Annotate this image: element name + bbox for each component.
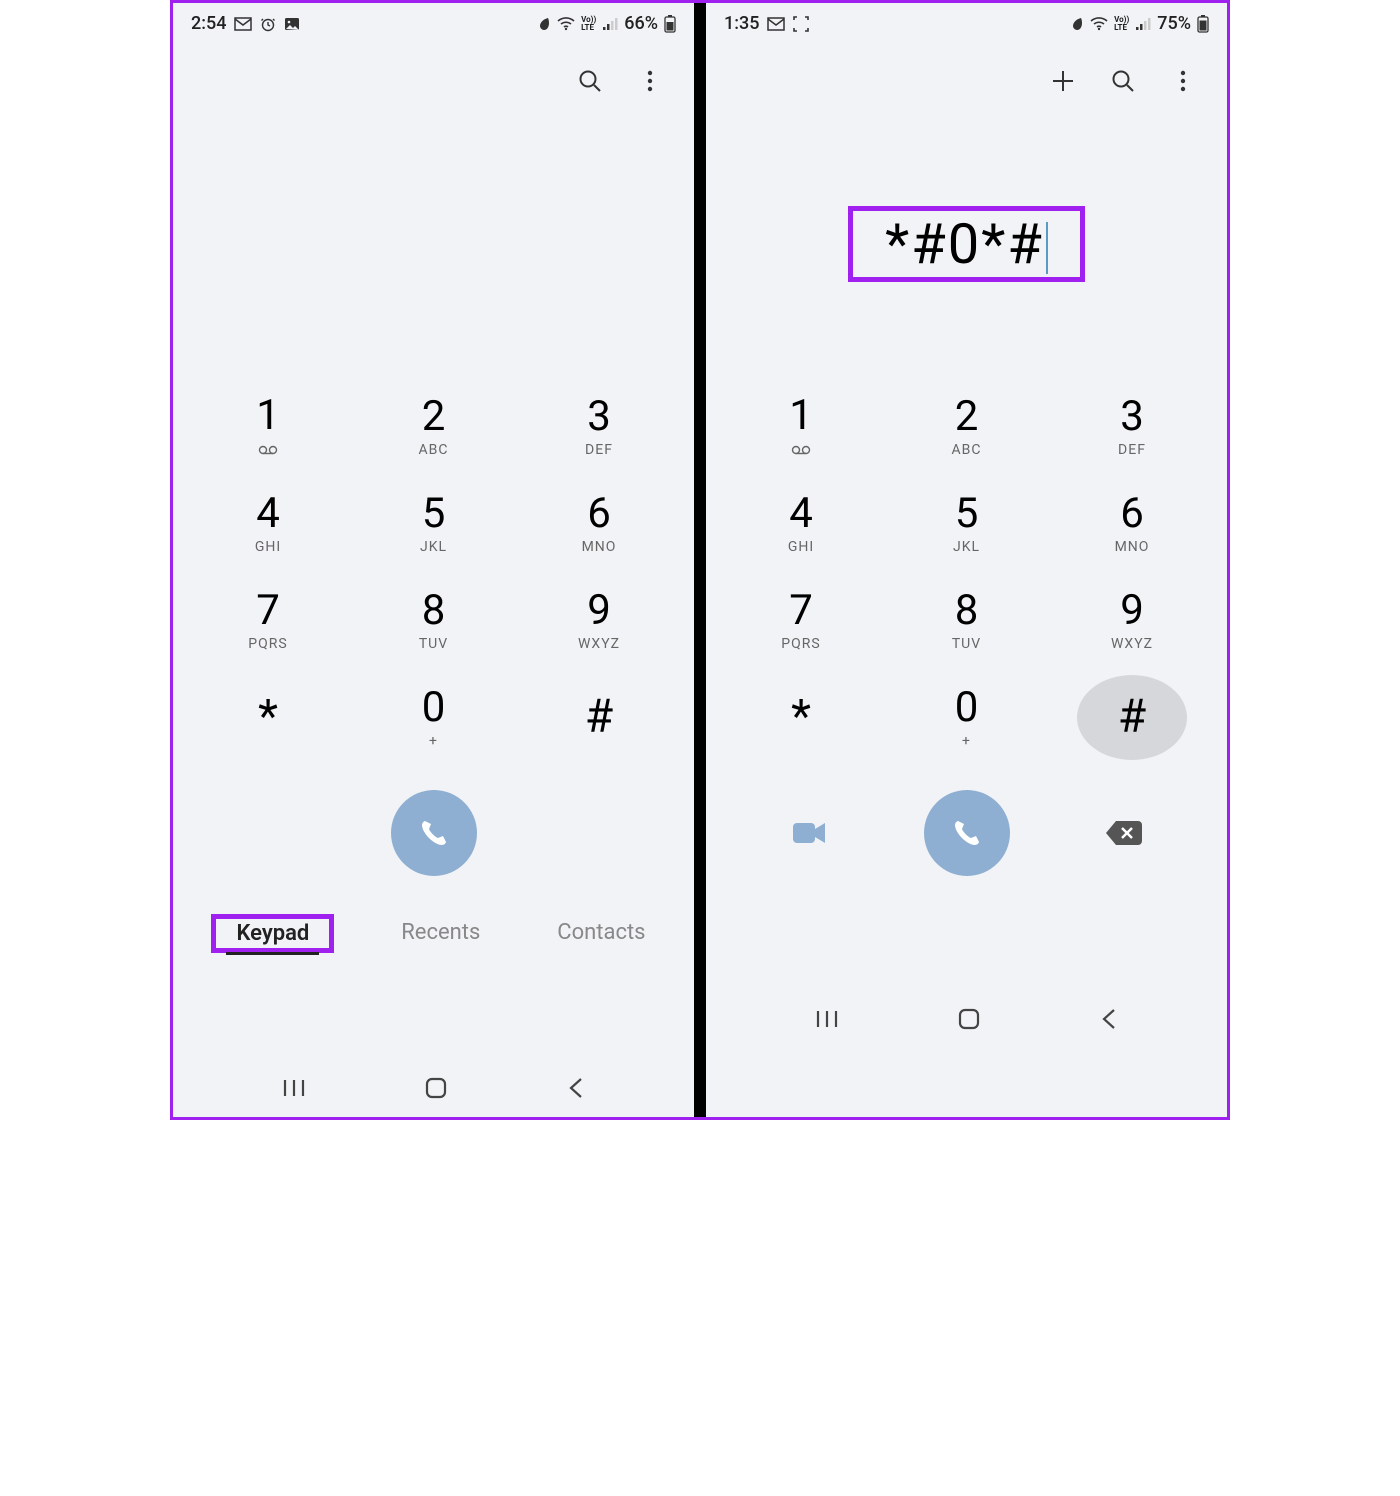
status-bar: 1:35 Vo))LTE 75%: [706, 3, 1227, 44]
search-button[interactable]: [574, 65, 606, 97]
keypad-key-2[interactable]: 2ABC: [379, 384, 489, 469]
gmail-icon: [234, 17, 252, 31]
tab-recents[interactable]: Recents: [391, 914, 490, 953]
keypad-key-5[interactable]: 5JKL: [379, 481, 489, 566]
divider: [694, 3, 706, 1117]
volte-icon: Vo))LTE: [581, 16, 596, 30]
alarm-icon: [260, 16, 276, 32]
keypad-key-*[interactable]: *: [746, 675, 856, 760]
clock: 1:35: [724, 13, 759, 34]
more-button[interactable]: [634, 65, 666, 97]
phone-right: 1:35 Vo))LTE 75% *#0*# 12ABC3DEF4G: [706, 3, 1227, 1117]
keypad-key-*[interactable]: *: [213, 675, 323, 760]
leaf-icon: [1070, 16, 1084, 32]
search-button[interactable]: [1107, 65, 1139, 97]
keypad-key-4[interactable]: 4GHI: [213, 481, 323, 566]
dial-display: *#0*#: [706, 104, 1227, 384]
keypad-key-7[interactable]: 7PQRS: [213, 578, 323, 663]
volte-icon: Vo))LTE: [1114, 16, 1129, 30]
backspace-button[interactable]: [1100, 809, 1148, 857]
signal-icon: [602, 17, 618, 31]
keypad-key-2[interactable]: 2ABC: [912, 384, 1022, 469]
keypad: 1 2ABC 3DEF 4GHI 5JKL 6MNO 7PQRS 8TUV 9WXYZ * 0+ #: [706, 384, 1227, 772]
keypad-key-8[interactable]: 8TUV: [379, 578, 489, 663]
keypad-key-3[interactable]: 3DEF: [544, 384, 654, 469]
top-actions: [706, 44, 1227, 104]
clock: 2:54: [191, 13, 226, 34]
nav-bar: [173, 1059, 694, 1117]
wifi-icon: [557, 17, 575, 31]
keypad-key-0[interactable]: 0+: [379, 675, 489, 760]
nav-recent[interactable]: [283, 1078, 305, 1102]
keypad-key-4[interactable]: 4GHI: [746, 481, 856, 566]
status-bar: 2:54 Vo))LTE 66%: [173, 3, 694, 44]
battery-pct: 75%: [1157, 13, 1191, 34]
dial-highlight: *#0*#: [848, 206, 1085, 282]
call-button[interactable]: [391, 790, 477, 876]
battery-icon: [664, 15, 676, 33]
keypad-key-0[interactable]: 0+: [912, 675, 1022, 760]
screenshot-pair: 2:54 Vo))LTE 66% 1 2ABC 3DEF 4GHI 5JKL 6MNO 7P…: [170, 0, 1230, 1120]
gmail-icon: [767, 17, 785, 31]
nav-home[interactable]: [958, 1008, 980, 1034]
keypad-key-#[interactable]: #: [544, 675, 654, 760]
nav-recent[interactable]: [816, 1009, 838, 1033]
voicemail-icon: [791, 443, 811, 459]
nav-home[interactable]: [425, 1077, 447, 1103]
video-call-button[interactable]: [786, 809, 834, 857]
nav-bar: [706, 990, 1227, 1048]
signal-icon: [1135, 17, 1151, 31]
add-button[interactable]: [1047, 65, 1079, 97]
nav-back[interactable]: [568, 1077, 584, 1103]
wifi-icon: [1090, 17, 1108, 31]
keypad-key-9[interactable]: 9WXYZ: [544, 578, 654, 663]
keypad-key-6[interactable]: 6MNO: [544, 481, 654, 566]
picture-icon: [284, 17, 300, 31]
leaf-icon: [537, 16, 551, 32]
keypad-key-3[interactable]: 3DEF: [1077, 384, 1187, 469]
voicemail-icon: [258, 443, 278, 459]
keypad-key-#[interactable]: #: [1077, 675, 1187, 760]
tabs: Keypad Recents Contacts: [173, 900, 694, 971]
action-row: [173, 790, 694, 876]
keypad-key-8[interactable]: 8TUV: [912, 578, 1022, 663]
dial-display: [173, 104, 694, 384]
keypad-key-6[interactable]: 6MNO: [1077, 481, 1187, 566]
scan-icon: [793, 16, 809, 32]
nav-back[interactable]: [1101, 1008, 1117, 1034]
tab-contacts[interactable]: Contacts: [547, 914, 655, 953]
more-button[interactable]: [1167, 65, 1199, 97]
top-actions: [173, 44, 694, 104]
keypad-key-1[interactable]: 1: [213, 384, 323, 469]
keypad-key-7[interactable]: 7PQRS: [746, 578, 856, 663]
tab-highlight: Keypad: [211, 914, 334, 953]
dial-input[interactable]: *#0*#: [865, 201, 1068, 287]
call-button[interactable]: [924, 790, 1010, 876]
dial-input[interactable]: [414, 234, 454, 254]
tab-keypad[interactable]: Keypad: [226, 915, 319, 955]
battery-icon: [1197, 15, 1209, 33]
action-row: [706, 790, 1227, 876]
cursor-icon: [1046, 222, 1048, 274]
keypad: 1 2ABC 3DEF 4GHI 5JKL 6MNO 7PQRS 8TUV 9WXYZ * 0+ #: [173, 384, 694, 772]
phone-left: 2:54 Vo))LTE 66% 1 2ABC 3DEF 4GHI 5JKL 6MNO 7P…: [173, 3, 694, 1117]
keypad-key-9[interactable]: 9WXYZ: [1077, 578, 1187, 663]
keypad-key-5[interactable]: 5JKL: [912, 481, 1022, 566]
keypad-key-1[interactable]: 1: [746, 384, 856, 469]
battery-pct: 66%: [624, 13, 658, 34]
